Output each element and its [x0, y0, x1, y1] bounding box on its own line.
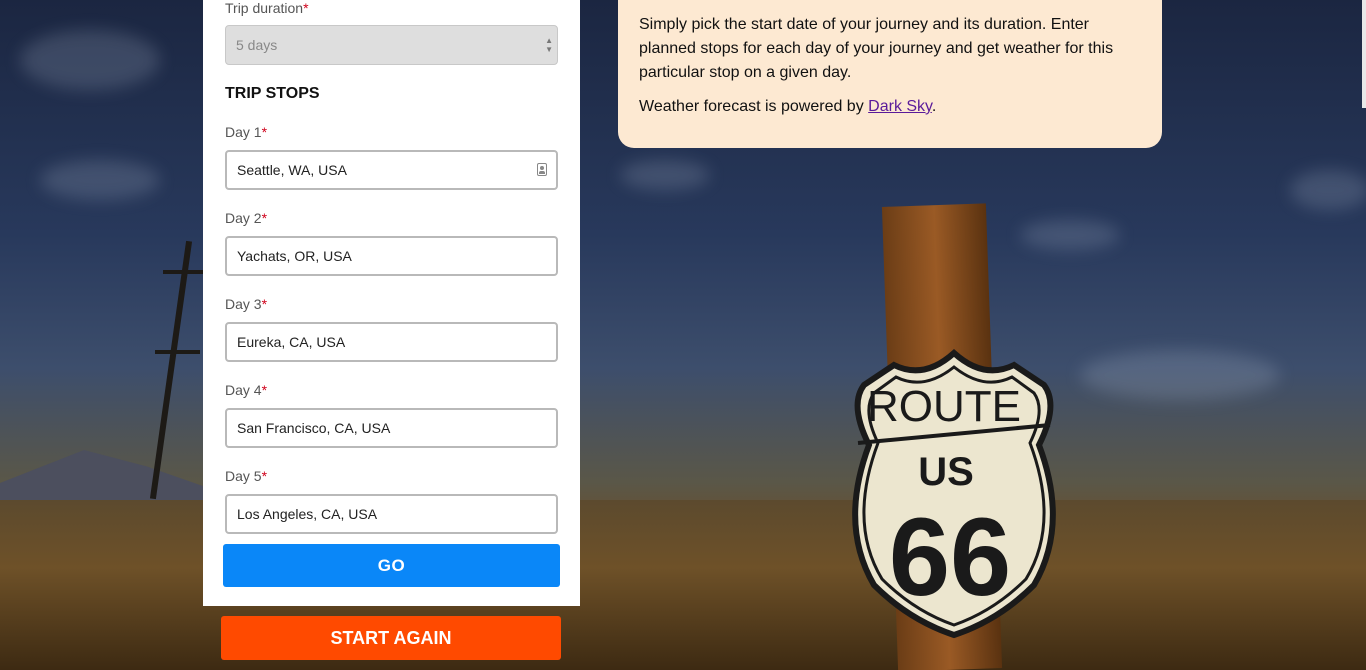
day-5-label-text: Day 5	[225, 468, 262, 484]
route-66-sign: ROUTE US 66	[852, 348, 1056, 639]
required-mark: *	[261, 210, 268, 226]
power-pole	[149, 240, 193, 500]
required-mark: *	[261, 382, 268, 398]
dark-sky-link[interactable]: Dark Sky	[868, 98, 932, 115]
info-powered-by: Weather forecast is powered by Dark Sky.	[639, 95, 1142, 119]
cloud	[1290, 170, 1366, 210]
day-2-label-text: Day 2	[225, 210, 262, 226]
info-description: Simply pick the start date of your journ…	[639, 16, 1114, 81]
day-3-input[interactable]: Eureka, CA, USA	[225, 322, 558, 362]
power-pole-crossbar	[163, 270, 203, 274]
trip-duration-label: Trip duration*	[225, 0, 309, 16]
trip-form-panel: Trip duration* 5 days ▲ ▼ TRIP STOPS Day …	[203, 0, 580, 606]
day-4-input[interactable]: San Francisco, CA, USA	[225, 408, 558, 448]
day-2-label: Day 2*	[225, 210, 267, 226]
day-3-label-text: Day 3	[225, 296, 262, 312]
go-button[interactable]: GO	[223, 544, 560, 587]
day-5-label: Day 5*	[225, 468, 267, 484]
sign-route-text: ROUTE	[867, 382, 1021, 431]
info-card: Simply pick the start date of your journ…	[618, 0, 1162, 148]
sign-66-text: 66	[889, 496, 1011, 619]
required-mark: *	[261, 124, 268, 140]
day-1-input[interactable]: Seattle, WA, USA	[225, 150, 558, 190]
day-2-input[interactable]: Yachats, OR, USA	[225, 236, 558, 276]
sign-us-text: US	[918, 450, 974, 494]
scrollbar[interactable]	[1362, 0, 1366, 108]
day-5-input[interactable]: Los Angeles, CA, USA	[225, 494, 558, 534]
day-4-label-text: Day 4	[225, 382, 262, 398]
day-5-value: Los Angeles, CA, USA	[237, 506, 378, 522]
cloud	[620, 160, 710, 190]
day-4-label: Day 4*	[225, 382, 267, 398]
day-4-value: San Francisco, CA, USA	[237, 420, 391, 436]
select-arrows-icon: ▲ ▼	[545, 36, 553, 54]
cloud	[1080, 350, 1280, 400]
trip-duration-value: 5 days	[236, 37, 278, 53]
cloud	[1020, 220, 1120, 250]
day-1-label: Day 1*	[225, 124, 267, 140]
required-mark: *	[303, 0, 309, 16]
required-mark: *	[261, 468, 268, 484]
trip-duration-select[interactable]: 5 days ▲ ▼	[225, 25, 558, 65]
cloud	[40, 160, 160, 200]
required-mark: *	[261, 296, 268, 312]
power-pole-crossbar	[155, 350, 200, 354]
day-1-value: Seattle, WA, USA	[237, 162, 347, 178]
contact-card-icon[interactable]	[537, 163, 547, 176]
day-3-value: Eureka, CA, USA	[237, 334, 346, 350]
powered-by-text: Weather forecast is powered by	[639, 98, 869, 115]
day-3-label: Day 3*	[225, 296, 267, 312]
trip-stops-title: TRIP STOPS	[225, 85, 320, 102]
mountain	[0, 450, 210, 505]
start-again-button[interactable]: START AGAIN	[221, 616, 561, 660]
day-2-value: Yachats, OR, USA	[237, 248, 352, 264]
cloud	[20, 30, 160, 90]
powered-by-suffix: .	[931, 98, 937, 115]
trip-duration-label-text: Trip duration	[225, 0, 304, 16]
day-1-label-text: Day 1	[225, 124, 262, 140]
